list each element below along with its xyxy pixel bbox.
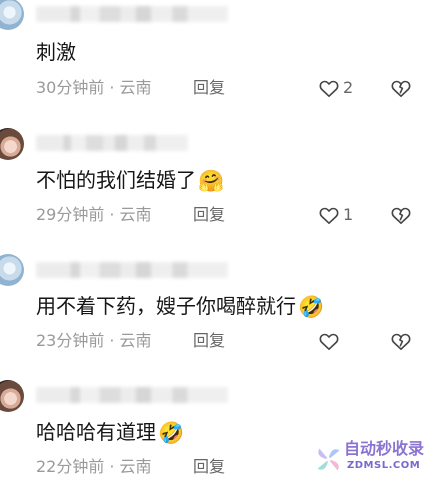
comment-text: 刺激: [36, 40, 76, 64]
broken-heart-outline-icon[interactable]: [388, 329, 414, 353]
comment-time: 22分钟前: [36, 457, 105, 476]
heart-outline-icon[interactable]: [316, 329, 342, 353]
meta-separator: ·: [109, 205, 115, 224]
comment-location: 云南: [119, 78, 152, 97]
comment-meta: 22分钟前 · 云南: [36, 457, 151, 477]
comment-location: 云南: [119, 457, 152, 476]
comment-meta: 23分钟前 · 云南: [36, 331, 151, 351]
laughing-emoji: 🤣: [158, 421, 185, 445]
comment-meta: 29分钟前 · 云南: [36, 205, 151, 225]
comment-item-2: 不怕的我们结婚了🤗 29分钟前 · 云南 回复 1: [0, 126, 433, 252]
blurred-username[interactable]: [36, 387, 228, 403]
comment-meta: 30分钟前 · 云南: [36, 78, 151, 98]
comment-location: 云南: [119, 205, 152, 224]
comment-text: 用不着下药，嫂子你喝醉就行🤣: [36, 294, 324, 318]
comment-message: 哈哈哈有道理: [36, 420, 156, 444]
hug-emoji: 🤗: [198, 169, 225, 193]
blurred-username[interactable]: [36, 262, 228, 278]
watermark-title: 自动秒收录: [344, 439, 425, 458]
heart-outline-icon[interactable]: [316, 203, 342, 227]
comment-message: 不怕的我们结婚了: [36, 168, 196, 192]
watermark-subtitle: ZDMSL.COM: [347, 460, 421, 471]
meta-separator: ·: [109, 331, 115, 350]
comment-time: 30分钟前: [36, 78, 105, 97]
comment-time: 23分钟前: [36, 331, 105, 350]
avatar[interactable]: [0, 0, 24, 30]
like-count: 1: [343, 205, 354, 224]
reply-button[interactable]: 回复: [193, 457, 225, 477]
avatar[interactable]: [0, 128, 24, 160]
reply-button[interactable]: 回复: [193, 331, 225, 351]
comment-message: 用不着下药，嫂子你喝醉就行: [36, 294, 296, 318]
reply-button[interactable]: 回复: [193, 205, 225, 225]
blurred-username[interactable]: [36, 135, 188, 151]
avatar[interactable]: [0, 380, 24, 412]
heart-outline-icon[interactable]: [316, 76, 342, 100]
comment-time: 29分钟前: [36, 205, 105, 224]
reply-button[interactable]: 回复: [193, 78, 225, 98]
like-count: 2: [343, 78, 354, 97]
avatar[interactable]: [0, 254, 24, 286]
pinwheel-logo-icon: [314, 445, 343, 474]
comment-item-3: 用不着下药，嫂子你喝醉就行🤣 23分钟前 · 云南 回复: [0, 252, 433, 378]
blurred-username[interactable]: [36, 6, 228, 22]
meta-separator: ·: [109, 457, 115, 476]
broken-heart-outline-icon[interactable]: [388, 76, 414, 100]
comment-location: 云南: [119, 331, 152, 350]
laughing-emoji: 🤣: [298, 295, 325, 319]
comment-message: 刺激: [36, 40, 76, 64]
watermark: 自动秒收录 ZDMSL.COM: [314, 440, 428, 476]
broken-heart-outline-icon[interactable]: [388, 203, 414, 227]
comment-text: 哈哈哈有道理🤣: [36, 420, 184, 444]
meta-separator: ·: [109, 78, 115, 97]
comment-item-1: 刺激 30分钟前 · 云南 回复 2: [0, 0, 433, 126]
comment-text: 不怕的我们结婚了🤗: [36, 168, 224, 192]
